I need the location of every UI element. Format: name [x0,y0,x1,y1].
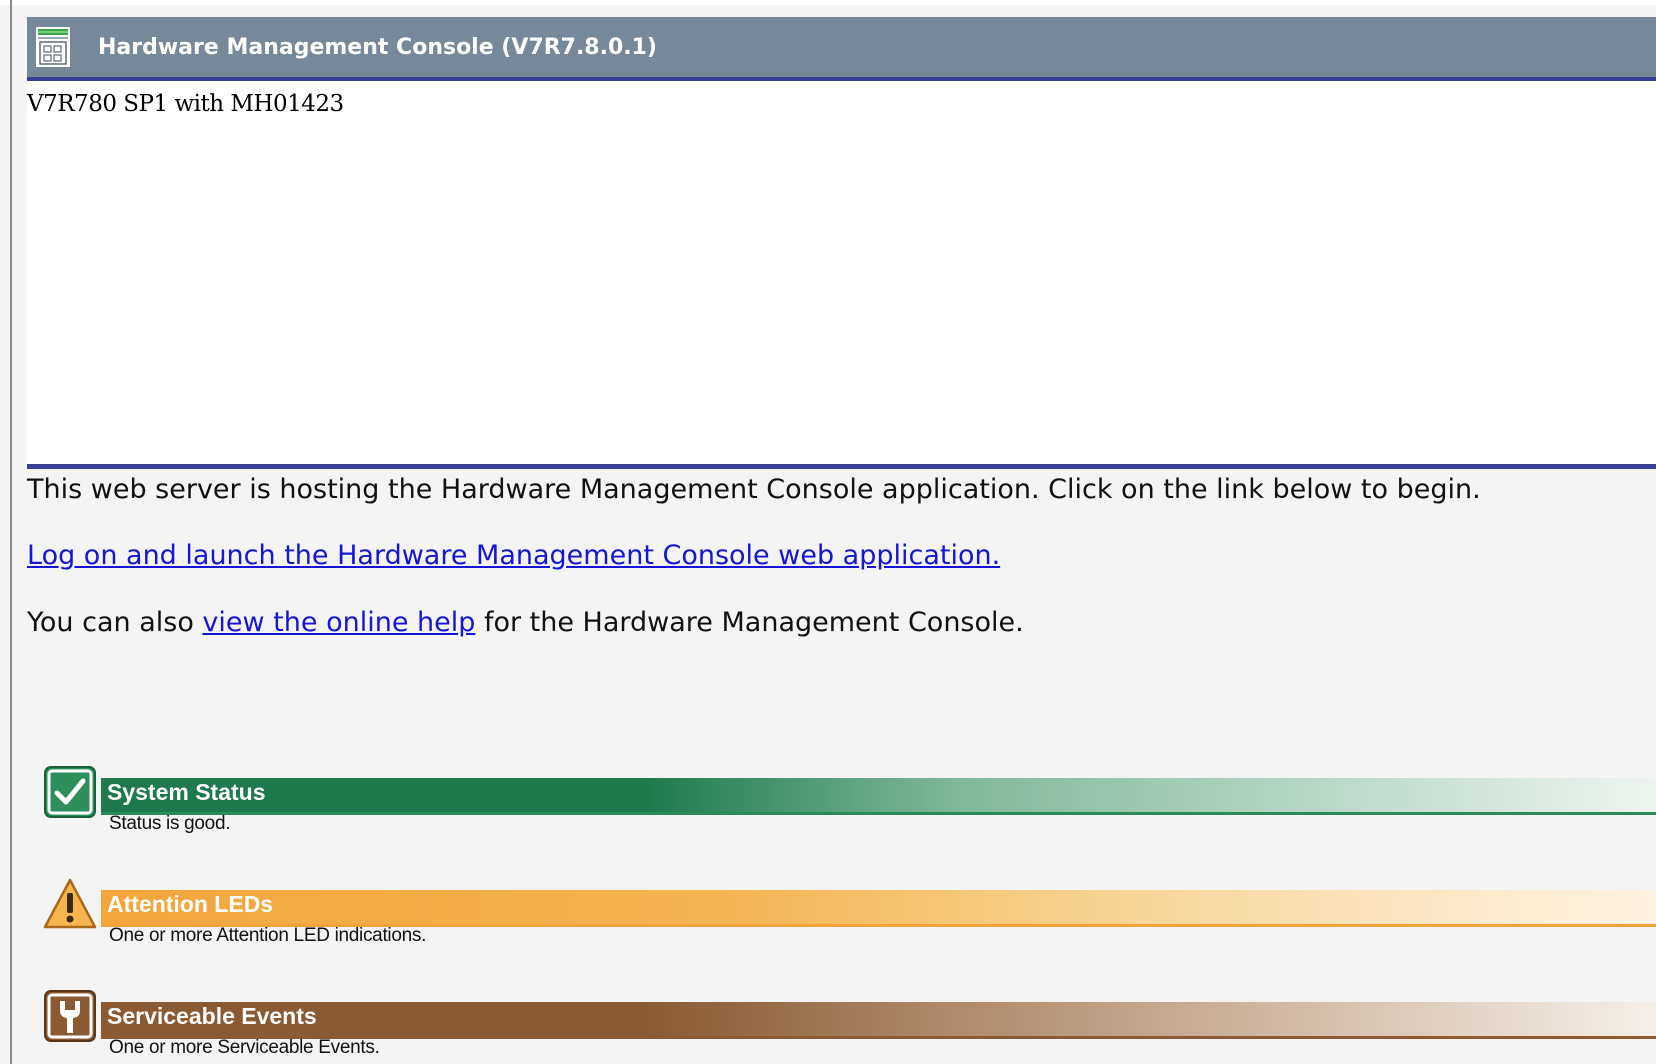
checkmark-icon [43,765,97,819]
header-bar: Hardware Management Console (V7R7.8.0.1) [27,17,1656,77]
version-divider [27,464,1656,469]
header-title: Hardware Management Console (V7R7.8.0.1) [98,34,657,60]
system-status-row: System Status Status is good. [43,765,1656,845]
system-status-bar [101,778,1656,815]
version-panel: V7R780 SP1 with MH01423 [27,81,1656,464]
serviceable-events-bar [101,1002,1656,1039]
left-border [10,0,12,1064]
wrench-icon [43,989,97,1043]
intro-text: This web server is hosting the Hardware … [27,474,1481,505]
system-status-description: Status is good. [109,813,231,834]
page: Hardware Management Console (V7R7.8.0.1)… [0,0,1656,1064]
help-suffix: for the Hardware Management Console. [475,607,1024,638]
serviceable-events-row: Serviceable Events One or more Serviceab… [43,989,1656,1064]
serviceable-events-description: One or more Serviceable Events. [109,1037,380,1058]
attention-leds-description: One or more Attention LED indications. [109,925,427,946]
serviceable-events-title[interactable]: Serviceable Events [107,1003,317,1030]
launch-link[interactable]: Log on and launch the Hardware Managemen… [27,540,1000,571]
warning-icon [43,877,97,931]
console-window-icon [36,27,70,67]
launch-line: Log on and launch the Hardware Managemen… [27,540,1000,571]
system-status-title[interactable]: System Status [107,779,266,806]
attention-leds-bar [101,890,1656,927]
help-line: You can also view the online help for th… [27,607,1024,638]
help-prefix: You can also [27,607,203,638]
top-strip [0,0,1656,5]
version-text: V7R780 SP1 with MH01423 [27,91,344,117]
attention-leds-title[interactable]: Attention LEDs [107,891,273,918]
online-help-link[interactable]: view the online help [202,607,475,638]
attention-leds-row: Attention LEDs One or more Attention LED… [43,877,1656,957]
